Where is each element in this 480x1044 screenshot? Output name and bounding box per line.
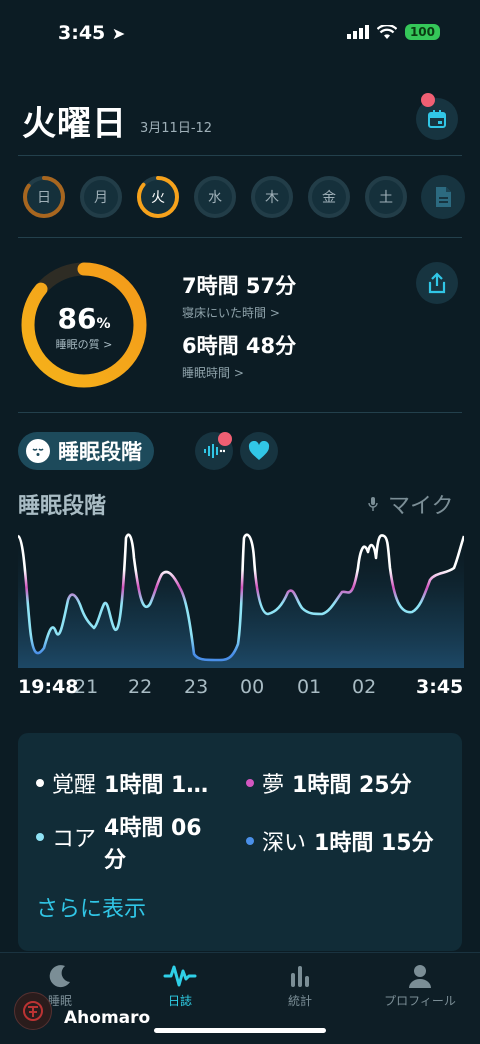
sleep-time-label: 睡眠時間 > bbox=[182, 366, 244, 380]
legend-awake: 覚醒 1時間 1… bbox=[36, 767, 208, 799]
x-tick-end: 3:45 bbox=[416, 676, 464, 698]
day-label: 月 bbox=[94, 190, 108, 206]
tab-profile[interactable]: プロフィール bbox=[360, 963, 480, 1009]
show-more-link[interactable]: さらに表示 bbox=[36, 891, 146, 923]
deep-dot bbox=[246, 837, 254, 845]
score-block: 86% 睡眠の質 > bbox=[20, 302, 148, 352]
sleep-stage-chart[interactable] bbox=[18, 528, 464, 668]
sleeping-face-icon bbox=[26, 439, 50, 463]
divider bbox=[18, 412, 462, 413]
day-0[interactable]: 日 bbox=[22, 175, 66, 219]
day-label: 火 bbox=[151, 190, 165, 206]
calendar-icon bbox=[428, 110, 446, 128]
share-button[interactable] bbox=[416, 262, 458, 304]
divider bbox=[18, 155, 462, 156]
heart-icon bbox=[248, 441, 270, 460]
bar-chart-icon bbox=[291, 966, 309, 987]
tab-journal[interactable]: 日誌 bbox=[120, 963, 240, 1009]
chart-title: 睡眠段階 bbox=[18, 494, 107, 519]
day-label: 木 bbox=[265, 190, 279, 206]
stage-summary-card: 覚醒 1時間 1… 夢 1時間 25分 コア 4時間 06分 深い 1時間 15… bbox=[18, 733, 462, 951]
sleep-score: 86 bbox=[57, 302, 97, 335]
day-label: 日 bbox=[37, 190, 51, 206]
day-5[interactable]: 金 bbox=[307, 175, 351, 219]
score-unit: % bbox=[96, 316, 111, 332]
deep-value: 1時間 15分 bbox=[314, 831, 434, 856]
tab-journal-label: 日誌 bbox=[167, 994, 192, 1008]
tab-stats[interactable]: 統計 bbox=[240, 963, 360, 1009]
time-in-bed-label: 寝床にいた時間 > bbox=[182, 306, 280, 320]
location-arrow-icon: ➤ bbox=[111, 24, 126, 43]
legend-rem: 夢 1時間 25分 bbox=[246, 767, 412, 799]
page-title: 火曜日 bbox=[22, 104, 127, 144]
day-4[interactable]: 木 bbox=[250, 175, 294, 219]
core-dot bbox=[36, 833, 44, 841]
notification-dot bbox=[421, 93, 435, 107]
day-2[interactable]: 火 bbox=[136, 175, 180, 219]
day-label: 水 bbox=[208, 190, 222, 206]
legend-core: コア 4時間 06分 bbox=[36, 813, 222, 877]
sleep-stage-tab[interactable]: 睡眠段階 bbox=[18, 432, 154, 470]
divider bbox=[18, 237, 462, 238]
home-indicator bbox=[154, 1028, 326, 1033]
sleep-time-block[interactable]: 6時間 48分 睡眠時間 > bbox=[182, 330, 296, 381]
tab-stats-label: 統計 bbox=[287, 994, 312, 1008]
x-tick: 23 bbox=[184, 676, 209, 698]
mic-toggle[interactable]: マイク bbox=[368, 488, 454, 520]
week-selector: 日月火水木金土 bbox=[22, 175, 465, 219]
score-label[interactable]: 睡眠の質 > bbox=[20, 336, 148, 352]
awake-value: 1時間 1… bbox=[104, 773, 209, 798]
x-tick: 22 bbox=[128, 676, 153, 698]
share-icon bbox=[428, 272, 446, 294]
day-label: 金 bbox=[322, 190, 336, 206]
battery-indicator: 100 bbox=[404, 24, 440, 40]
wave-icon bbox=[163, 965, 197, 987]
person-icon bbox=[409, 965, 431, 988]
deep-label: 深い bbox=[262, 831, 307, 856]
time-in-bed-value: 7時間 57分 bbox=[182, 274, 297, 298]
heart-rate-tab[interactable] bbox=[240, 432, 278, 470]
legend-deep: 深い 1時間 15分 bbox=[246, 825, 434, 857]
x-tick-start: 19:48 bbox=[18, 676, 79, 698]
x-tick: 02 bbox=[352, 676, 377, 698]
status-icons: 100 bbox=[346, 24, 440, 40]
microphone-icon bbox=[368, 497, 378, 511]
day-6[interactable]: 土 bbox=[364, 175, 408, 219]
sleep-stage-tab-label: 睡眠段階 bbox=[58, 440, 142, 464]
watermark-seal-icon bbox=[14, 992, 52, 1030]
weekly-report-button[interactable] bbox=[421, 175, 465, 219]
awake-dot bbox=[36, 779, 44, 787]
rem-value: 1時間 25分 bbox=[292, 773, 412, 798]
day-3[interactable]: 水 bbox=[193, 175, 237, 219]
rem-label: 夢 bbox=[262, 773, 285, 798]
x-tick: 21 bbox=[74, 676, 99, 698]
day-label: 土 bbox=[379, 190, 393, 206]
watermark-username: Ahomaro bbox=[64, 1008, 151, 1028]
core-label: コア bbox=[52, 827, 97, 852]
rem-dot bbox=[246, 779, 254, 787]
x-tick: 01 bbox=[297, 676, 322, 698]
core-value: 4時間 06分 bbox=[104, 816, 202, 873]
document-icon bbox=[436, 187, 451, 207]
tab-profile-label: プロフィール bbox=[384, 994, 456, 1008]
sleep-time-value: 6時間 48分 bbox=[182, 334, 297, 358]
notification-dot bbox=[218, 432, 232, 446]
moon-icon bbox=[49, 965, 70, 988]
signal-icon bbox=[346, 25, 369, 39]
awake-label: 覚醒 bbox=[52, 773, 97, 798]
day-1[interactable]: 月 bbox=[79, 175, 123, 219]
mic-label: マイク bbox=[388, 494, 454, 519]
status-time: 3:45 ➤ bbox=[58, 22, 126, 44]
time-in-bed-block[interactable]: 7時間 57分 寝床にいた時間 > bbox=[182, 270, 296, 321]
x-tick: 00 bbox=[240, 676, 265, 698]
date-range: 3月11日-12 bbox=[140, 121, 213, 136]
wifi-icon bbox=[376, 24, 397, 39]
